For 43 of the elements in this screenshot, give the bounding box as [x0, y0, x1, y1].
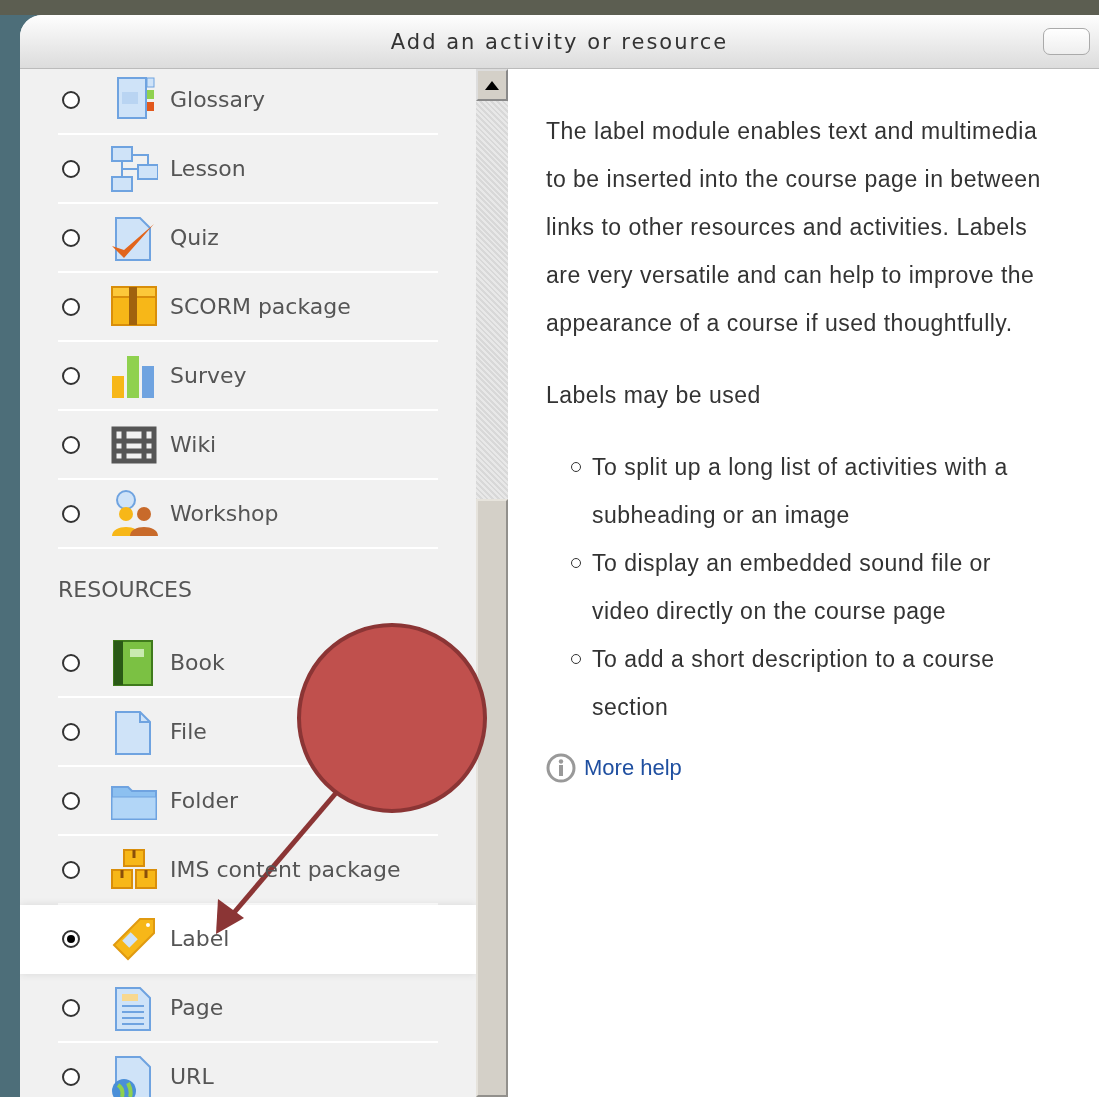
info-icon	[546, 753, 576, 783]
module-name: Book	[170, 650, 225, 675]
dialog-title: Add an activity or resource	[390, 29, 729, 54]
scroll-up-button[interactable]	[476, 69, 508, 101]
more-help-link[interactable]: More help	[584, 755, 682, 781]
radio-button[interactable]	[62, 860, 80, 879]
radio-button[interactable]	[62, 504, 80, 523]
people-icon	[110, 489, 158, 538]
radio-button[interactable]	[62, 228, 80, 247]
module-name: Page	[170, 995, 224, 1020]
radio-button[interactable]	[62, 90, 80, 109]
scrollbar-thumb[interactable]	[476, 499, 508, 1097]
radio-button[interactable]	[62, 998, 80, 1017]
radio-button[interactable]	[62, 297, 80, 316]
radio-button[interactable]	[62, 1067, 80, 1086]
radio-button[interactable]	[62, 722, 80, 741]
module-name: Lesson	[170, 156, 246, 181]
radio-button[interactable]	[62, 653, 80, 672]
module-name: Glossary	[170, 87, 266, 112]
radio-button[interactable]	[62, 791, 80, 810]
list-item-text: To add a short description to a course section	[592, 645, 996, 722]
description-text: The label module enables text and multimedia to be inserted into the course page in between links to other resources and activities. Labels are very versatile and can help to improve the appearance of a course if used thoughtfully.	[546, 117, 1042, 338]
module-name: Quiz	[170, 225, 219, 250]
module-name: Label	[170, 926, 230, 951]
description-text: Labels may be used	[546, 381, 762, 410]
radio-button[interactable]	[62, 929, 80, 948]
flowchart-icon	[110, 144, 158, 193]
radio-button[interactable]	[62, 435, 80, 454]
selected-row-highlight[interactable]: Label	[20, 905, 476, 974]
up-arrow-icon	[485, 80, 499, 90]
module-name: Workshop	[170, 501, 279, 526]
radio-button[interactable]	[62, 366, 80, 385]
scrollbar[interactable]	[476, 69, 508, 1097]
list-item-text: To split up a long list of activities with a subheading or an image	[592, 453, 1009, 530]
module-name: URL	[170, 1064, 214, 1089]
module-name: Survey	[170, 363, 247, 388]
radio-button[interactable]	[62, 159, 80, 178]
list-item-text: To display an embedded sound file or video directly on the course page	[592, 549, 993, 626]
module-name: Folder	[170, 788, 238, 813]
module-name: File	[170, 719, 207, 744]
module-name: SCORM package	[170, 294, 351, 319]
section-heading: RESOURCES	[57, 575, 193, 604]
module-name: Wiki	[170, 432, 217, 457]
